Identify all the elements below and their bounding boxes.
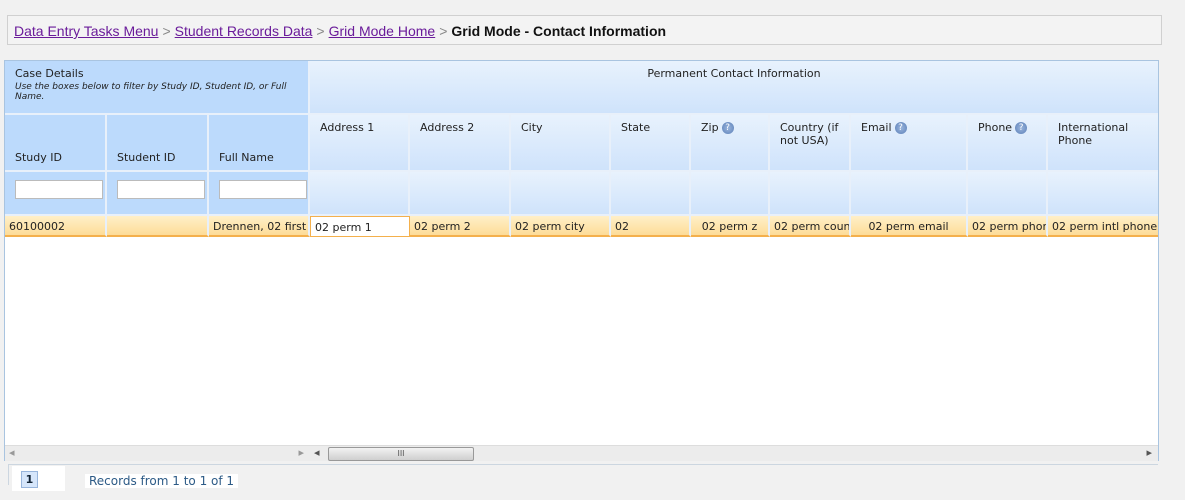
cell-state[interactable]: 02 — [611, 216, 691, 237]
column-label: Student ID — [117, 151, 176, 164]
cell-address-2[interactable]: 02 perm 2 — [410, 216, 511, 237]
case-details-header: Case Details Use the boxes below to filt… — [5, 61, 310, 115]
filter-cell — [968, 172, 1048, 216]
column-label: Email — [861, 121, 892, 134]
filter-cell — [209, 172, 310, 216]
column-label: Study ID — [15, 151, 62, 164]
filter-cell — [691, 172, 770, 216]
case-details-title: Case Details — [15, 67, 84, 80]
column-header-email[interactable]: Email? — [851, 115, 968, 172]
group-title: Permanent Contact Information — [647, 67, 821, 80]
breadcrumb-grid-mode-home[interactable]: Grid Mode Home — [329, 23, 436, 39]
filter-cell — [5, 172, 107, 216]
column-label: Zip — [701, 121, 719, 134]
filter-cell — [410, 172, 511, 216]
breadcrumb-data-entry-tasks-menu[interactable]: Data Entry Tasks Menu — [14, 23, 158, 39]
filter-input-full-name[interactable] — [219, 180, 307, 199]
filter-cell — [1048, 172, 1158, 216]
contact-grid: Case Details Use the boxes below to filt… — [4, 60, 1159, 461]
filter-input-study-id[interactable] — [15, 180, 103, 199]
filter-input-student-id[interactable] — [117, 180, 205, 199]
cell-full-name[interactable]: Drennen, 02 first A — [209, 216, 310, 237]
column-header-address-1[interactable]: Address 1 — [310, 115, 410, 172]
column-label: State — [621, 121, 651, 134]
cell-study-id[interactable]: 60100002 — [5, 216, 107, 237]
filter-cell — [310, 172, 410, 216]
column-header-state[interactable]: State — [611, 115, 691, 172]
horizontal-scrollbar[interactable]: ◂ III ▸ — [310, 445, 1158, 461]
filter-cell — [851, 172, 968, 216]
column-header-country-if-not-usa[interactable]: Country (if not USA) — [770, 115, 851, 172]
column-label: Phone — [978, 121, 1013, 134]
scroll-right-arrow[interactable]: ▸ — [1146, 446, 1152, 459]
column-header-phone[interactable]: Phone? — [968, 115, 1048, 172]
column-label: Address 1 — [320, 121, 375, 134]
page-1-button[interactable]: 1 — [21, 471, 38, 488]
records-count: Records from 1 to 1 of 1 — [85, 474, 239, 488]
column-header-student-id[interactable]: Student ID — [107, 115, 209, 172]
scroll-thumb[interactable]: III — [328, 447, 474, 461]
column-label: City — [521, 121, 543, 134]
column-label: Country (if not USA) — [780, 121, 839, 147]
cell-email[interactable]: 02 perm email — [851, 216, 968, 237]
breadcrumb: Data Entry Tasks Menu > Student Records Da… — [7, 15, 1162, 45]
help-icon[interactable]: ? — [1015, 122, 1028, 134]
cell-country-if-not-usa[interactable]: 02 perm countr — [770, 216, 851, 237]
filter-cell — [611, 172, 691, 216]
breadcrumb-student-records-data[interactable]: Student Records Data — [175, 23, 313, 39]
filter-cell — [770, 172, 851, 216]
column-label: Full Name — [219, 151, 274, 164]
cell-international-phone[interactable]: 02 perm intl phone — [1048, 216, 1158, 237]
cell-zip[interactable]: 02 perm z — [691, 216, 770, 237]
scroll-left-arrow[interactable]: ◂ — [314, 446, 320, 459]
cell-city[interactable]: 02 perm city — [511, 216, 611, 237]
column-header-zip[interactable]: Zip? — [691, 115, 770, 172]
case-details-hint: Use the boxes below to filter by Study I… — [15, 82, 287, 102]
pager: 1 — [12, 466, 65, 491]
cell-address-1[interactable]: 02 perm 1 — [310, 216, 410, 237]
cell-phone[interactable]: 02 perm phone — [968, 216, 1048, 237]
help-icon[interactable]: ? — [894, 122, 907, 134]
filter-cell — [511, 172, 611, 216]
page-title: Grid Mode - Contact Information — [451, 23, 667, 39]
filter-cell — [107, 172, 209, 216]
cell-student-id[interactable] — [107, 216, 209, 237]
help-icon[interactable]: ? — [721, 122, 734, 134]
column-label: Address 2 — [420, 121, 475, 134]
column-header-full-name[interactable]: Full Name — [209, 115, 310, 172]
column-header-address-2[interactable]: Address 2 — [410, 115, 511, 172]
frozen-scrollbar[interactable]: ◂ ▸ — [5, 445, 310, 461]
column-label: International Phone — [1058, 121, 1129, 147]
column-header-study-id[interactable]: Study ID — [5, 115, 107, 172]
column-header-city[interactable]: City — [511, 115, 611, 172]
permanent-contact-header: Permanent Contact Information — [310, 61, 1158, 115]
column-header-international-phone[interactable]: International Phone — [1048, 115, 1158, 172]
